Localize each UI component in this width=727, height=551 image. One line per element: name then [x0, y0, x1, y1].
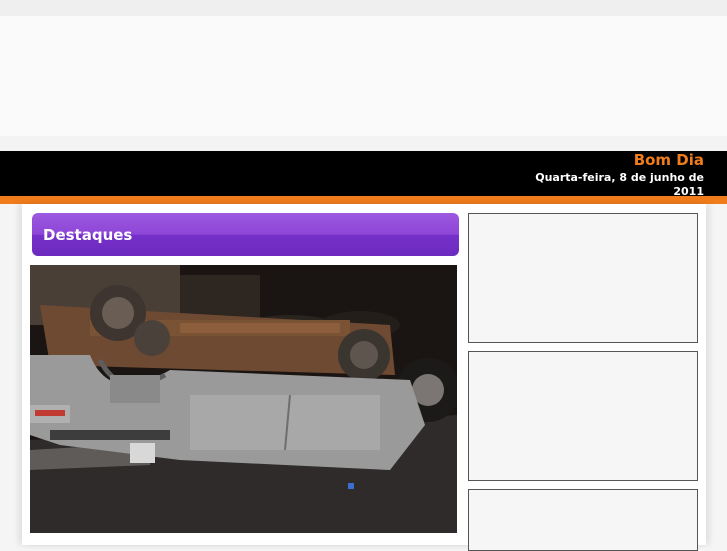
greeting-text: Bom Dia — [633, 151, 704, 169]
destaques-header: Destaques — [32, 213, 459, 256]
section-title: Destaques — [43, 226, 133, 244]
orange-divider — [0, 196, 727, 204]
featured-photo[interactable] — [30, 265, 457, 533]
ad-slot-1[interactable] — [468, 213, 698, 343]
ad-slot-2[interactable] — [468, 351, 698, 481]
date-text: Quarta-feira, 8 de junho de 2011 — [535, 171, 704, 198]
gap-strip — [0, 136, 727, 151]
banner-area — [0, 16, 727, 136]
ad-slot-3[interactable] — [468, 489, 698, 551]
header-bar: Bom Dia Quarta-feira, 8 de junho de 2011 — [0, 151, 727, 198]
top-strip — [0, 0, 727, 16]
